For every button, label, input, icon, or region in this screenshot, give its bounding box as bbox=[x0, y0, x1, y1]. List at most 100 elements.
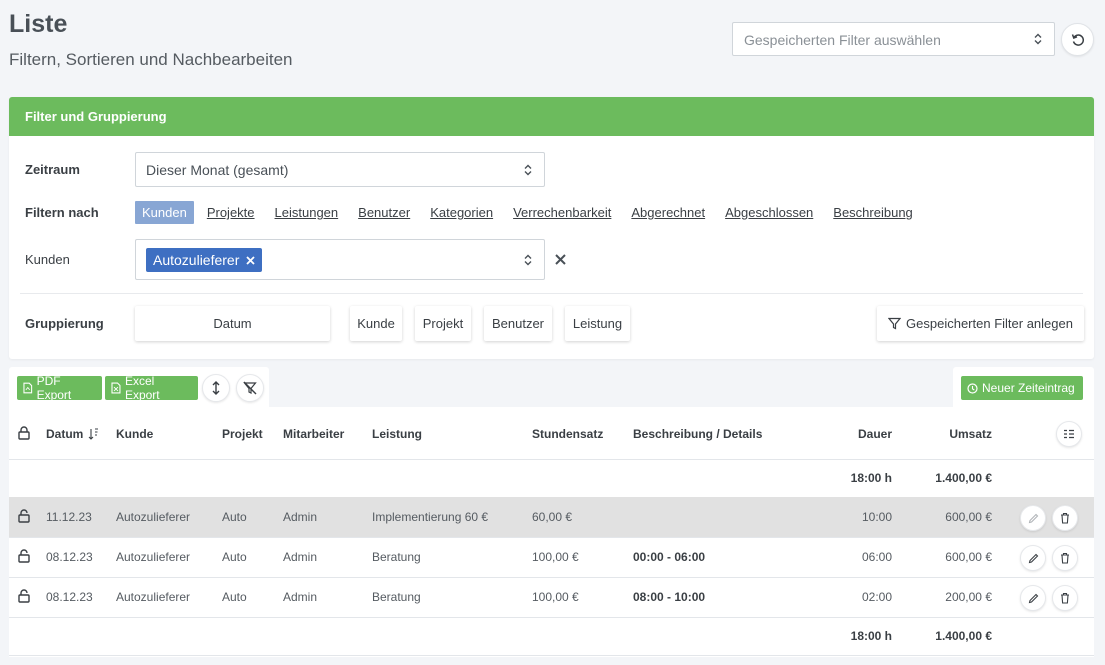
edit-button[interactable] bbox=[1020, 585, 1046, 611]
column-datum-label: Datum bbox=[46, 427, 84, 441]
table-row[interactable]: 11.12.23 Autozulieferer Auto Admin Imple… bbox=[9, 497, 1094, 537]
filter-tab-beschreibung[interactable]: Beschreibung bbox=[833, 202, 913, 223]
page-title: Liste bbox=[9, 10, 68, 38]
column-header-beschreibung[interactable]: Beschreibung / Details bbox=[633, 427, 762, 441]
cell-beschreibung: 08:00 - 10:00 bbox=[633, 590, 706, 604]
zeitraum-select[interactable]: Dieser Monat (gesamt) bbox=[135, 152, 545, 187]
delete-button[interactable] bbox=[1052, 545, 1078, 571]
cell-stundensatz: 100,00 € bbox=[532, 590, 579, 604]
column-header-stundensatz[interactable]: Stundensatz bbox=[532, 427, 603, 441]
arrows-vertical-icon bbox=[212, 381, 220, 395]
cell-stundensatz: 60,00 € bbox=[532, 510, 573, 524]
cell-datum: 08.12.23 bbox=[46, 550, 93, 564]
filter-tab-verrechenbarkeit[interactable]: Verrechenbarkeit bbox=[513, 202, 611, 223]
filter-card: Filter und Gruppierung Zeitraum Dieser M… bbox=[9, 97, 1094, 359]
divider bbox=[20, 293, 1083, 294]
clear-filter-button[interactable] bbox=[236, 374, 264, 402]
cell-datum: 11.12.23 bbox=[46, 510, 92, 524]
lock-open-icon[interactable] bbox=[18, 549, 30, 563]
filter-tab-leistungen[interactable]: Leistungen bbox=[275, 202, 339, 223]
table-row[interactable]: 08.12.23 Autozulieferer Auto Admin Berat… bbox=[9, 537, 1094, 577]
divider bbox=[9, 459, 1094, 460]
columns-list-icon bbox=[1064, 429, 1074, 439]
reset-button[interactable] bbox=[1061, 23, 1094, 56]
column-header-kunde[interactable]: Kunde bbox=[116, 427, 153, 441]
table-row[interactable]: 08.12.23 Autozulieferer Auto Admin Berat… bbox=[9, 577, 1094, 617]
delete-button[interactable] bbox=[1052, 585, 1078, 611]
cell-projekt: Auto bbox=[222, 510, 247, 524]
delete-button[interactable] bbox=[1052, 505, 1078, 531]
group-benutzer-button[interactable]: Benutzer bbox=[484, 306, 552, 341]
divider bbox=[9, 617, 1094, 618]
save-filter-button[interactable]: Gespeicherten Filter anlegen bbox=[877, 306, 1084, 341]
lock-open-icon[interactable] bbox=[18, 589, 30, 603]
kunden-select[interactable]: Autozulieferer bbox=[135, 239, 545, 280]
save-filter-label: Gespeicherten Filter anlegen bbox=[906, 316, 1073, 331]
cell-kunde: Autozulieferer bbox=[116, 590, 191, 604]
column-header-umsatz[interactable]: Umsatz bbox=[911, 427, 992, 441]
column-header-leistung[interactable]: Leistung bbox=[372, 427, 422, 441]
cell-leistung: Implementierung 60 € bbox=[372, 510, 489, 524]
filter-by-label: Filtern nach bbox=[25, 205, 99, 220]
chevron-updown-icon bbox=[1034, 33, 1042, 45]
filter-off-icon bbox=[243, 381, 257, 395]
excel-export-label: Excel Export bbox=[124, 374, 160, 402]
filter-tab-benutzer[interactable]: Benutzer bbox=[358, 202, 410, 223]
filter-tab-kunden[interactable]: Kunden bbox=[135, 201, 194, 224]
cell-leistung: Beratung bbox=[372, 550, 421, 564]
cell-leistung: Beratung bbox=[372, 590, 421, 604]
filter-tab-abgeschlossen[interactable]: Abgeschlossen bbox=[725, 202, 813, 223]
clock-icon bbox=[967, 382, 978, 394]
new-entry-label: Neuer Zeiteintrag bbox=[982, 381, 1075, 395]
column-header-datum[interactable]: Datum bbox=[46, 427, 99, 441]
filter-tab-projekte[interactable]: Projekte bbox=[207, 202, 255, 223]
zeitraum-label: Zeitraum bbox=[25, 162, 80, 177]
selected-customer-label: Autozulieferer bbox=[153, 252, 240, 268]
column-header-projekt[interactable]: Projekt bbox=[222, 427, 263, 441]
column-settings-button[interactable] bbox=[1056, 421, 1082, 447]
zeitraum-value: Dieser Monat (gesamt) bbox=[146, 162, 289, 178]
group-leistung-button[interactable]: Leistung bbox=[565, 306, 630, 341]
divider bbox=[9, 655, 1094, 656]
edit-button[interactable] bbox=[1020, 505, 1046, 531]
trash-icon bbox=[1061, 512, 1069, 524]
pdf-export-label: PDF Export bbox=[36, 374, 72, 402]
filter-tab-kategorien[interactable]: Kategorien bbox=[430, 202, 493, 223]
cell-kunde: Autozulieferer bbox=[116, 550, 191, 564]
filter-card-header: Filter und Gruppierung bbox=[9, 97, 1094, 136]
bottom-total-dauer: 18:00 h bbox=[850, 629, 892, 643]
cell-mitarbeiter: Admin bbox=[283, 590, 318, 604]
selected-customer-tag: Autozulieferer bbox=[146, 248, 263, 272]
grouping-label: Gruppierung bbox=[25, 316, 104, 331]
trash-icon bbox=[1061, 552, 1069, 564]
new-entry-button[interactable]: Neuer Zeiteintrag bbox=[961, 376, 1083, 400]
cell-dauer: 06:00 bbox=[861, 550, 892, 564]
group-projekt-button[interactable]: Projekt bbox=[415, 306, 471, 341]
expand-rows-button[interactable] bbox=[202, 374, 230, 402]
clear-customers-button[interactable] bbox=[555, 249, 566, 270]
cell-dauer: 02:00 bbox=[861, 590, 892, 604]
pencil-icon bbox=[1028, 553, 1038, 563]
cell-beschreibung: 00:00 - 06:00 bbox=[633, 550, 706, 564]
pencil-icon bbox=[1028, 593, 1038, 603]
close-icon bbox=[555, 254, 566, 265]
group-datum-button[interactable]: Datum bbox=[135, 306, 330, 341]
column-header-mitarbeiter[interactable]: Mitarbeiter bbox=[283, 427, 344, 441]
filter-icon bbox=[888, 317, 902, 330]
edit-button[interactable] bbox=[1020, 545, 1046, 571]
cell-umsatz: 600,00 € bbox=[945, 510, 992, 524]
excel-export-button[interactable]: Excel Export bbox=[105, 374, 198, 402]
lock-icon bbox=[18, 426, 30, 440]
filter-tab-abgerechnet[interactable]: Abgerechnet bbox=[631, 202, 705, 223]
chevron-updown-icon bbox=[524, 254, 532, 265]
top-total-umsatz: 1.400,00 € bbox=[935, 471, 992, 485]
cell-mitarbeiter: Admin bbox=[283, 550, 318, 564]
cell-umsatz: 200,00 € bbox=[945, 590, 992, 604]
pdf-export-button[interactable]: PDF Export bbox=[17, 374, 102, 402]
column-header-dauer[interactable]: Dauer bbox=[829, 427, 892, 441]
group-kunde-button[interactable]: Kunde bbox=[350, 306, 402, 341]
saved-filter-select[interactable]: Gespeicherten Filter auswählen bbox=[732, 22, 1055, 56]
lock-open-icon[interactable] bbox=[18, 509, 30, 523]
remove-tag-icon[interactable] bbox=[246, 255, 256, 265]
cell-kunde: Autozulieferer bbox=[116, 510, 191, 524]
